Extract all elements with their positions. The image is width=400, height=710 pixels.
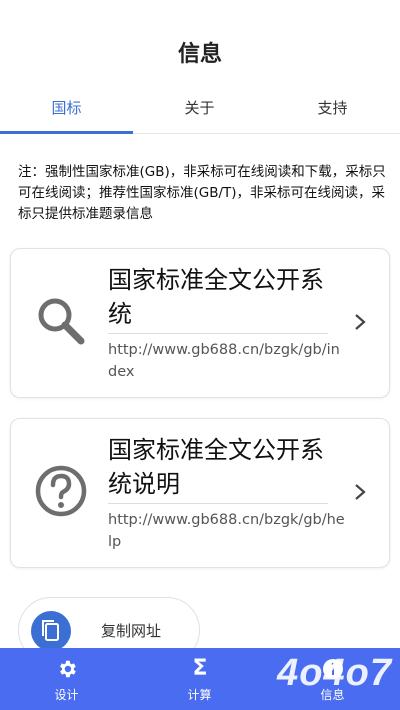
card-title: 国家标准全文公开系统 [108,266,324,328]
tab-about[interactable]: 关于 [133,88,266,134]
nav-calc[interactable]: Σ 计算 [133,648,266,710]
chevron-right-icon [355,314,366,330]
chevron-right-icon [355,484,366,500]
copy-icon-bg [31,611,71,651]
info-note: 注：强制性国家标准(GB)，非采标可在线阅读和下载，采标只可在线阅读；推荐性国家… [18,164,386,222]
card-divider [108,503,328,504]
tab-bar: 国标 关于 支持 [0,88,400,134]
page-title: 信息 [177,42,222,67]
gear-icon [60,660,76,678]
watermark-logo: 4o4o7 [277,652,392,694]
copy-url-label: 复制网址 [101,622,162,640]
card-title: 国家标准全文公开系统说明 [108,436,324,498]
card-gb-system-help[interactable]: 国家标准全文公开系统说明 http://www.gb688.cn/bzgk/gb… [10,418,390,568]
search-icon [38,298,85,345]
nav-design[interactable]: 设计 [0,648,133,710]
nav-calc-label: 计算 [187,688,212,702]
card-divider [108,333,328,334]
copy-icon [42,620,59,641]
tab-active-indicator [0,131,133,134]
tab-support[interactable]: 支持 [266,88,399,134]
card-gb-system[interactable]: 国家标准全文公开系统 http://www.gb688.cn/bzgk/gb/i… [10,248,390,398]
card-url: http://www.gb688.cn/bzgk/gb/help [108,512,345,550]
sigma-icon: Σ [192,656,208,681]
nav-design-label: 设计 [54,688,79,702]
help-icon [35,465,87,517]
tab-guobiao[interactable]: 国标 [0,88,133,134]
card-url: http://www.gb688.cn/bzgk/gb/index [108,342,340,380]
